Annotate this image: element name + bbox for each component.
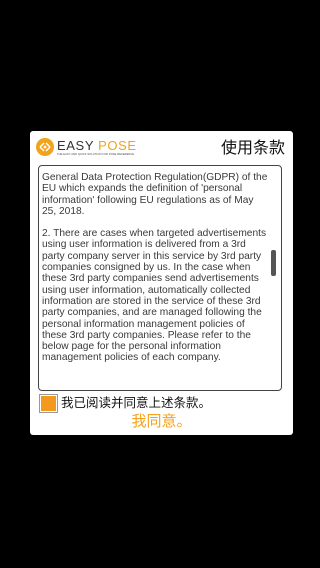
easy-pose-logo-icon [36,138,54,156]
terms-text: General Data Protection Regulation(GDPR)… [42,172,268,375]
dialog-title: 使用条款 [220,138,285,157]
checkbox-icon[interactable] [40,395,57,412]
app-logo-text: EASY POSE [57,139,137,153]
dialog-header: EASY POSE THE EASY AND QUICK SOLUTION FOR… [30,131,293,165]
terms-paragraph: General Data Protection Regulation(GDPR)… [42,172,268,217]
terms-paragraph: 2. There are cases when targeted adverti… [42,228,267,364]
scrollbar-thumb[interactable] [271,250,276,276]
logo-tagline: THE EASY AND QUICK SOLUTION FOR POSE REF… [57,153,135,156]
agree-button[interactable]: 我同意。 [30,411,293,431]
logo-word-pose: POSE [98,138,137,153]
terms-dialog: EASY POSE THE EASY AND QUICK SOLUTION FOR… [30,131,293,435]
logo-word-easy: EASY [57,138,95,153]
agree-checkbox-label[interactable]: 我已阅读并同意上述条款。 [61,394,211,412]
terms-scroll-area[interactable]: General Data Protection Regulation(GDPR)… [38,165,282,391]
